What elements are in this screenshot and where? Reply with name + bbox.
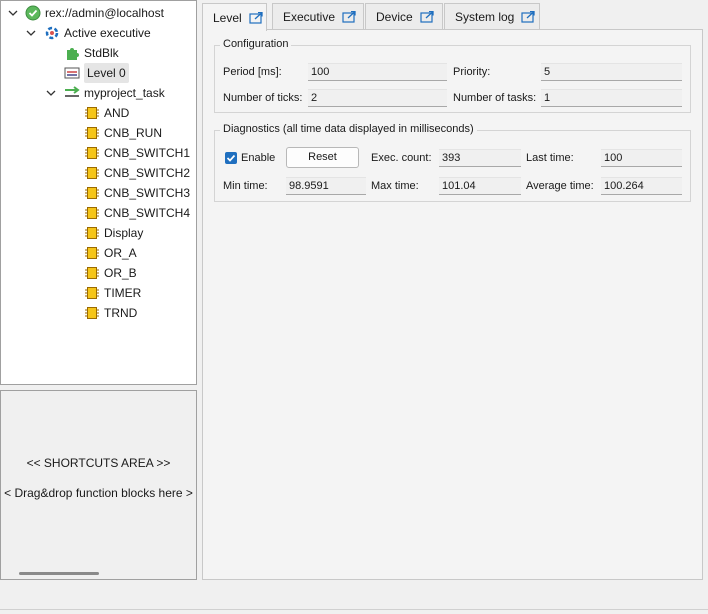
task-label: myproject_task bbox=[84, 86, 165, 100]
reset-button[interactable]: Reset bbox=[286, 147, 359, 168]
block-label: AND bbox=[104, 106, 130, 120]
block-label: OR_A bbox=[104, 246, 137, 260]
block-label: Display bbox=[104, 226, 144, 240]
executive-icon bbox=[44, 25, 60, 41]
tab-system-log[interactable]: System log bbox=[444, 3, 540, 30]
block-label: CNB_SWITCH3 bbox=[104, 186, 191, 200]
shortcuts-area[interactable]: << SHORTCUTS AREA >> < Drag&drop functio… bbox=[0, 390, 197, 580]
exec-count-field[interactable]: 393 bbox=[439, 149, 521, 167]
function-block-icon bbox=[84, 125, 100, 141]
max-time-field[interactable]: 101.04 bbox=[439, 177, 521, 195]
block-label: CNB_RUN bbox=[104, 126, 163, 140]
avg-time-field[interactable]: 100.264 bbox=[601, 177, 682, 195]
avg-time-label: Average time: bbox=[526, 180, 594, 192]
tab-executive-label: Executive bbox=[283, 10, 336, 24]
tab-system-log-label: System log bbox=[455, 10, 515, 24]
tree-item-block[interactable]: CNB_SWITCH1 bbox=[84, 143, 190, 163]
function-block-icon bbox=[84, 205, 100, 221]
external-link-icon[interactable] bbox=[420, 11, 434, 23]
period-label: Period [ms]: bbox=[223, 66, 282, 78]
configuration-group: Configuration Period [ms]: 100 Priority:… bbox=[214, 38, 691, 113]
min-time-label: Min time: bbox=[223, 180, 268, 192]
function-block-icon bbox=[84, 245, 100, 261]
configuration-title: Configuration bbox=[220, 38, 292, 50]
external-link-icon[interactable] bbox=[521, 11, 536, 23]
block-label: CNB_SWITCH2 bbox=[104, 166, 191, 180]
priority-label: Priority: bbox=[453, 66, 491, 78]
connection-label: rex://admin@localhost bbox=[45, 6, 164, 20]
tree-item-block[interactable]: OR_A bbox=[84, 243, 137, 263]
tab-level[interactable]: Level bbox=[202, 3, 267, 31]
block-label: TRND bbox=[104, 306, 138, 320]
tree-item-connection[interactable]: rex://admin@localhost bbox=[8, 3, 164, 23]
tree-item-block[interactable]: OR_B bbox=[84, 263, 137, 283]
tasks-label: Number of tasks: bbox=[453, 92, 537, 104]
tab-level-label: Level bbox=[213, 10, 242, 25]
external-link-icon[interactable] bbox=[342, 11, 356, 23]
last-time-field[interactable]: 100 bbox=[601, 149, 682, 167]
block-label: CNB_SWITCH4 bbox=[104, 206, 191, 220]
tab-device-label: Device bbox=[376, 10, 413, 24]
tree-item-stdblk[interactable]: StdBlk bbox=[64, 43, 119, 63]
stdblk-label: StdBlk bbox=[84, 46, 119, 60]
tree-item-block[interactable]: Display bbox=[84, 223, 143, 243]
shortcuts-hint: < Drag&drop function blocks here > bbox=[4, 486, 193, 500]
tree-item-executive[interactable]: Active executive bbox=[26, 23, 151, 43]
chevron-down-icon[interactable] bbox=[26, 28, 36, 38]
priority-field[interactable]: 5 bbox=[541, 63, 682, 81]
function-block-icon bbox=[84, 265, 100, 281]
horizontal-scrollbar[interactable] bbox=[19, 572, 99, 575]
function-block-icon bbox=[84, 165, 100, 181]
function-block-icon bbox=[84, 305, 100, 321]
ticks-field[interactable]: 2 bbox=[308, 89, 447, 107]
diagnostics-group: Diagnostics (all time data displayed in … bbox=[214, 123, 691, 202]
tree-item-task[interactable]: myproject_task bbox=[46, 83, 165, 103]
executive-label: Active executive bbox=[64, 26, 151, 40]
shortcuts-title: << SHORTCUTS AREA >> bbox=[26, 456, 171, 470]
tree-item-block[interactable]: AND bbox=[84, 103, 129, 123]
block-label: CNB_SWITCH1 bbox=[104, 146, 191, 160]
level-label: Level 0 bbox=[84, 63, 129, 83]
status-bar bbox=[0, 609, 708, 614]
block-label: OR_B bbox=[104, 266, 137, 280]
function-block-icon bbox=[84, 225, 100, 241]
chevron-down-icon[interactable] bbox=[8, 8, 18, 18]
level-tab-content: Configuration Period [ms]: 100 Priority:… bbox=[202, 29, 703, 580]
min-time-field[interactable]: 98.9591 bbox=[286, 177, 366, 195]
function-block-icon bbox=[84, 145, 100, 161]
tree-item-block[interactable]: CNB_RUN bbox=[84, 123, 162, 143]
tasks-field[interactable]: 1 bbox=[541, 89, 682, 107]
tree-item-block[interactable]: CNB_SWITCH2 bbox=[84, 163, 190, 183]
chevron-down-icon[interactable] bbox=[46, 88, 56, 98]
puzzle-icon bbox=[64, 45, 80, 61]
enable-label[interactable]: Enable bbox=[241, 149, 275, 167]
project-tree[interactable]: rex://admin@localhost Active executive S… bbox=[0, 0, 197, 385]
function-block-icon bbox=[84, 285, 100, 301]
exec-count-label: Exec. count: bbox=[371, 152, 432, 164]
enable-checkbox[interactable] bbox=[225, 152, 237, 164]
ticks-label: Number of ticks: bbox=[223, 92, 303, 104]
block-label: TIMER bbox=[104, 286, 142, 300]
level-icon bbox=[64, 65, 80, 81]
tab-device[interactable]: Device bbox=[365, 3, 443, 30]
function-block-icon bbox=[84, 185, 100, 201]
tree-item-block[interactable]: CNB_SWITCH3 bbox=[84, 183, 190, 203]
period-field[interactable]: 100 bbox=[308, 63, 447, 81]
tree-item-block[interactable]: CNB_SWITCH4 bbox=[84, 203, 190, 223]
diagnostics-title: Diagnostics (all time data displayed in … bbox=[220, 123, 477, 135]
task-arrow-icon bbox=[64, 85, 80, 101]
tree-item-level[interactable]: Level 0 bbox=[64, 63, 129, 83]
last-time-label: Last time: bbox=[526, 152, 574, 164]
connected-check-icon bbox=[25, 5, 41, 21]
tree-item-block[interactable]: TRND bbox=[84, 303, 137, 323]
tab-executive[interactable]: Executive bbox=[272, 3, 364, 30]
max-time-label: Max time: bbox=[371, 180, 419, 192]
external-link-icon[interactable] bbox=[249, 11, 263, 24]
tree-item-block[interactable]: TIMER bbox=[84, 283, 141, 303]
function-block-icon bbox=[84, 105, 100, 121]
